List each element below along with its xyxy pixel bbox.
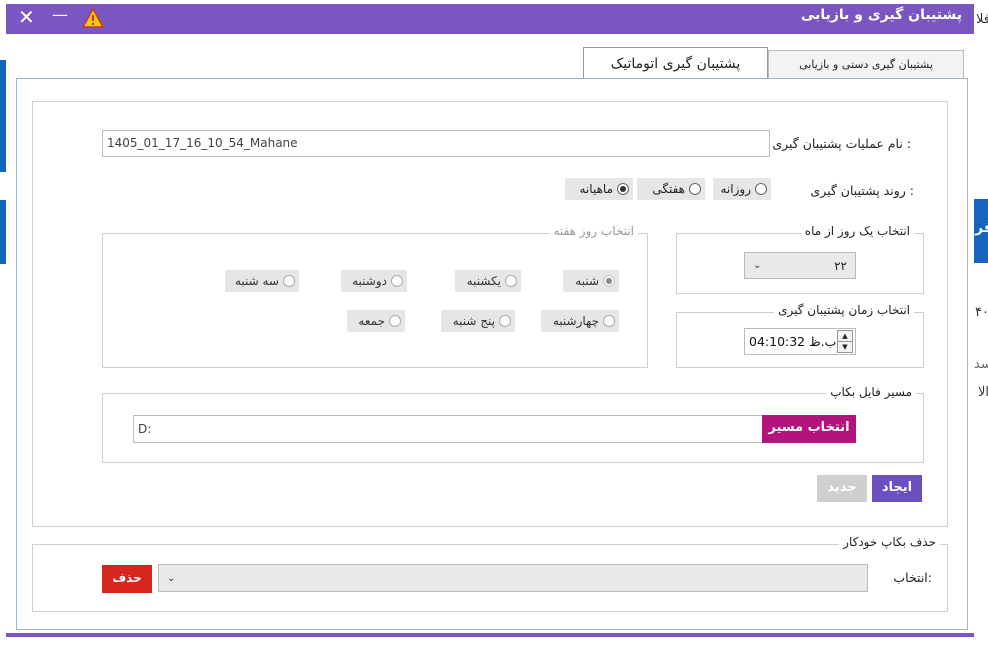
month-day-select[interactable]: ⌄ ۲۲ bbox=[744, 252, 856, 279]
weekday-group bbox=[102, 233, 648, 368]
weekday-tuesday-label: سه شنبه bbox=[234, 274, 279, 288]
path-legend: مسیر فایل بکاپ bbox=[826, 385, 916, 399]
time-legend: انتخاب زمان پشتیبان گیری bbox=[774, 303, 914, 317]
background-text: الا bbox=[978, 385, 988, 400]
radio-monthly[interactable]: ماهیانه bbox=[565, 178, 633, 200]
background-text: ۴۰ bbox=[975, 305, 988, 320]
delete-select-label: انتخاب: bbox=[893, 570, 932, 585]
background-text: فر bbox=[975, 220, 988, 236]
choose-path-button[interactable]: انتخاب مسیر bbox=[762, 415, 856, 443]
weekday-thursday-label: پنج شنبه bbox=[452, 314, 495, 328]
weekday-saturday-label: شنبه bbox=[575, 274, 599, 288]
weekday-friday-label: جمعه bbox=[358, 314, 385, 328]
weekday-saturday-indicator bbox=[603, 275, 615, 287]
weekday-monday-label: دوشنبه bbox=[352, 274, 387, 288]
chevron-down-icon: ⌄ bbox=[167, 572, 176, 584]
path-input[interactable]: D: bbox=[133, 415, 765, 443]
radio-daily[interactable]: روزانه bbox=[713, 178, 771, 200]
tab-manual-backup[interactable]: پشتیبان گیری دستی و بازیابی bbox=[768, 50, 964, 78]
weekday-wednesday[interactable]: چهارشنبه bbox=[541, 310, 619, 332]
radio-monthly-indicator bbox=[617, 183, 629, 195]
spin-down-icon[interactable]: ▼ bbox=[838, 342, 852, 353]
time-spinner[interactable]: ▲ ▼ bbox=[837, 330, 853, 353]
close-icon[interactable]: ✕ bbox=[18, 7, 35, 27]
radio-weekly[interactable]: هفتگی bbox=[637, 178, 705, 200]
weekday-friday-indicator bbox=[389, 315, 401, 327]
op-name-input[interactable]: 1405_01_17_16_10_54_Mahane bbox=[102, 130, 770, 157]
weekday-legend: انتخاب روز هفته bbox=[549, 224, 638, 238]
weekday-friday[interactable]: جمعه bbox=[347, 310, 405, 332]
weekday-thursday-indicator bbox=[499, 315, 511, 327]
create-button[interactable]: ایجاد bbox=[872, 475, 922, 502]
routine-label: روند پشتیبان گیری : bbox=[810, 183, 914, 198]
tab-auto-backup[interactable]: پشتیبان گیری اتوماتیک bbox=[583, 47, 768, 79]
delete-button[interactable]: حذف bbox=[102, 565, 152, 593]
new-button[interactable]: جدید bbox=[817, 475, 867, 502]
weekday-sunday[interactable]: یکشنبه bbox=[455, 270, 521, 292]
radio-weekly-indicator bbox=[689, 183, 701, 195]
op-name-label: نام عملیات پشتیبان گیری : bbox=[772, 136, 911, 151]
delete-backup-select[interactable]: ⌄ bbox=[158, 564, 868, 592]
weekday-wednesday-indicator bbox=[603, 315, 615, 327]
delete-backup-legend: حذف بکاپ خودکار bbox=[839, 535, 940, 549]
window-title: پشتیبان گیری و بازیابی bbox=[800, 7, 962, 23]
weekday-wednesday-label: چهارشنبه bbox=[552, 314, 599, 328]
spin-up-icon[interactable]: ▲ bbox=[838, 331, 852, 342]
chevron-down-icon: ⌄ bbox=[753, 260, 762, 271]
weekday-tuesday-indicator bbox=[283, 275, 295, 287]
radio-monthly-label: ماهیانه bbox=[579, 182, 613, 196]
weekday-monday-indicator bbox=[391, 275, 403, 287]
weekday-sunday-indicator bbox=[505, 275, 517, 287]
weekday-monday[interactable]: دوشنبه bbox=[341, 270, 407, 292]
minimize-icon[interactable]: — bbox=[52, 5, 68, 25]
background-text: فلا bbox=[976, 12, 988, 27]
radio-daily-indicator bbox=[755, 183, 767, 195]
radio-weekly-label: هفتگی bbox=[652, 182, 685, 196]
weekday-thursday[interactable]: پنج شنبه bbox=[441, 310, 515, 332]
bottom-bar bbox=[6, 633, 974, 637]
warning-icon bbox=[82, 8, 104, 28]
weekday-sunday-label: یکشنبه bbox=[466, 274, 501, 288]
background-text: سد bbox=[974, 357, 988, 372]
weekday-tuesday[interactable]: سه شنبه bbox=[225, 270, 299, 292]
radio-daily-label: روزانه bbox=[720, 182, 752, 196]
month-day-value: ۲۲ bbox=[834, 258, 847, 273]
weekday-saturday[interactable]: شنبه bbox=[563, 270, 619, 292]
month-day-legend: انتخاب یک روز از ماه bbox=[800, 224, 914, 238]
